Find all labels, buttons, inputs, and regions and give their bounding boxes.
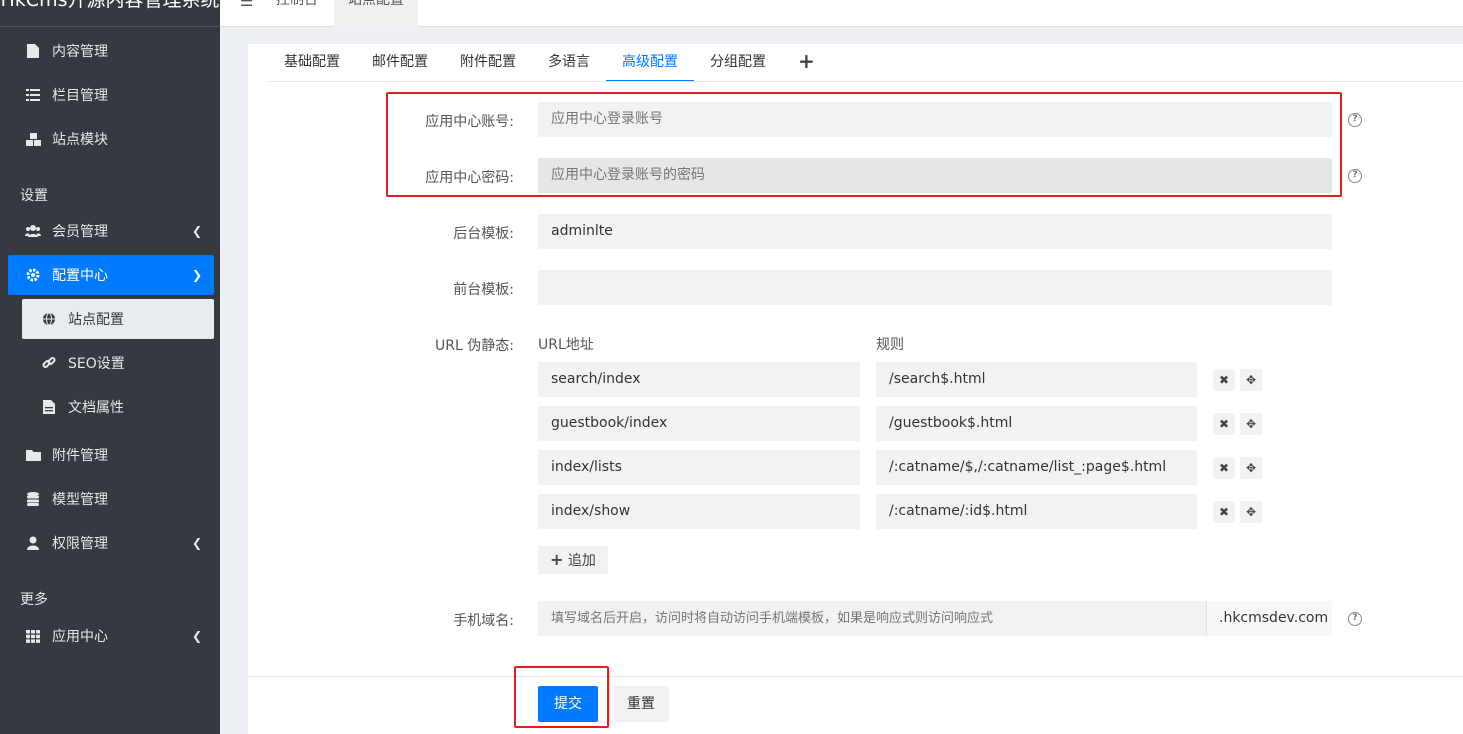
add-tab-button[interactable]: + — [782, 44, 831, 82]
sidebar-item-category[interactable]: 栏目管理 — [8, 75, 214, 115]
sidebar-item-label: 栏目管理 — [52, 88, 108, 104]
drag-handle-icon[interactable]: ✥ — [1240, 501, 1262, 523]
front-template-field[interactable] — [538, 270, 1332, 305]
domain-suffix: .hkcmsdev.com — [1206, 601, 1332, 636]
top-tab-bar: ☰ 控制台 站点配置 — [220, 0, 1463, 27]
sidebar-item-label: 模型管理 — [52, 492, 108, 508]
url-rewrite-rule-field[interactable]: /search$.html — [876, 362, 1197, 397]
app-account-input[interactable] — [538, 102, 1332, 137]
mobile-domain-label: 手机域名: — [453, 613, 514, 629]
plus-icon: + — [550, 550, 564, 569]
tab-site-config[interactable]: 站点配置 — [334, 0, 418, 27]
sidebar-item-label: 配置中心 — [52, 268, 108, 284]
tab-dashboard[interactable]: 控制台 — [262, 0, 332, 27]
tab-group[interactable]: 分组配置 — [694, 44, 782, 82]
drag-handle-icon[interactable]: ✥ — [1240, 369, 1262, 391]
sidebar-header-settings: 设置 — [20, 188, 48, 204]
menu-toggle-icon[interactable]: ☰ — [240, 0, 253, 10]
sidebar-item-label: 权限管理 — [52, 536, 108, 552]
gear-icon — [24, 268, 42, 282]
sidebar-item-permissions[interactable]: 权限管理 ❮ — [8, 523, 214, 563]
tab-attachment[interactable]: 附件配置 — [444, 44, 532, 82]
url-rewrite-url-field[interactable]: guestbook/index — [538, 406, 860, 441]
brand-divider — [0, 26, 220, 27]
sidebar-header-more: 更多 — [20, 592, 48, 608]
sidebar: HkCms开源内容管理系统 内容管理 栏目管理 站点模块 设置 会员管理 ❮ 配… — [0, 0, 220, 734]
remove-row-button[interactable]: ✖ — [1213, 413, 1235, 435]
sidebar-item-config-center[interactable]: 配置中心 ❯ — [8, 255, 214, 295]
chevron-left-icon: ❮ — [191, 629, 202, 643]
remove-row-button[interactable]: ✖ — [1213, 369, 1235, 391]
sidebar-item-label: 附件管理 — [52, 448, 108, 464]
app-account-label: 应用中心账号: — [425, 114, 514, 130]
append-row-label: 追加 — [567, 553, 596, 569]
sidebar-item-content[interactable]: 内容管理 — [8, 31, 214, 71]
remove-row-button[interactable]: ✖ — [1213, 457, 1235, 479]
url-column-header: URL地址 — [538, 337, 594, 353]
help-icon[interactable]: ? — [1348, 113, 1362, 127]
reset-button[interactable]: 重置 — [613, 686, 669, 722]
folder-icon — [24, 449, 42, 461]
user-icon — [24, 536, 42, 550]
sidebar-item-doc-attr[interactable]: 文档属性 — [8, 387, 214, 427]
url-rewrite-rule-field[interactable]: /:catname/$,/:catname/list_:page$.html — [876, 450, 1197, 485]
chevron-left-icon: ❮ — [191, 536, 202, 550]
mobile-domain-input[interactable] — [538, 601, 1206, 636]
admin-template-field[interactable]: adminlte — [538, 214, 1332, 249]
sidebar-item-label: 内容管理 — [52, 44, 108, 60]
tab-language[interactable]: 多语言 — [532, 44, 606, 82]
sidebar-item-label: 站点模块 — [52, 132, 108, 148]
tab-advanced[interactable]: 高级配置 — [606, 44, 694, 82]
sidebar-item-site-config[interactable]: 站点配置 — [22, 299, 214, 339]
sidebar-item-label: 应用中心 — [52, 629, 108, 645]
app-password-input[interactable] — [538, 158, 1332, 193]
drag-handle-icon[interactable]: ✥ — [1240, 413, 1262, 435]
cubes-icon — [24, 132, 42, 146]
tabs-divider — [268, 81, 1463, 82]
tab-mail[interactable]: 邮件配置 — [356, 44, 444, 82]
sidebar-item-seo[interactable]: SEO设置 — [8, 343, 214, 383]
url-rewrite-url-field[interactable]: index/show — [538, 494, 860, 529]
file-text-icon — [40, 400, 58, 414]
tab-basic[interactable]: 基础配置 — [268, 44, 356, 82]
sidebar-item-app-center[interactable]: 应用中心 ❮ — [8, 616, 214, 656]
sidebar-item-label: SEO设置 — [68, 356, 125, 372]
append-row-button[interactable]: + 追加 — [538, 546, 608, 574]
help-icon[interactable]: ? — [1348, 169, 1362, 183]
url-rewrite-rule-field[interactable]: /guestbook$.html — [876, 406, 1197, 441]
grid-icon — [24, 629, 42, 643]
app-password-label: 应用中心密码: — [425, 170, 514, 186]
database-icon — [24, 492, 42, 506]
sidebar-item-label: 站点配置 — [68, 312, 124, 328]
sidebar-item-members[interactable]: 会员管理 ❮ — [8, 211, 214, 251]
sidebar-item-models[interactable]: 模型管理 — [8, 479, 214, 519]
file-icon — [24, 44, 42, 58]
drag-handle-icon[interactable]: ✥ — [1240, 457, 1262, 479]
sidebar-item-attachments[interactable]: 附件管理 — [8, 435, 214, 475]
url-rewrite-url-field[interactable]: index/lists — [538, 450, 860, 485]
footer-divider — [248, 676, 1463, 677]
url-rewrite-url-field[interactable]: search/index — [538, 362, 860, 397]
sidebar-item-modules[interactable]: 站点模块 — [8, 119, 214, 159]
list-icon — [24, 89, 42, 101]
config-card: 基础配置 邮件配置 附件配置 多语言 高级配置 分组配置 + 应用中心账号: ?… — [248, 44, 1463, 734]
url-rewrite-rule-field[interactable]: /:catname/:id$.html — [876, 494, 1197, 529]
sidebar-item-label: 会员管理 — [52, 224, 108, 240]
url-rewrite-label: URL 伪静态: — [435, 338, 514, 354]
link-icon — [40, 356, 58, 370]
globe-icon — [40, 312, 58, 326]
remove-row-button[interactable]: ✖ — [1213, 501, 1235, 523]
front-template-label: 前台模板: — [453, 282, 514, 298]
rule-column-header: 规则 — [876, 337, 904, 353]
chevron-down-icon: ❯ — [191, 268, 202, 282]
submit-button[interactable]: 提交 — [538, 686, 598, 722]
chevron-left-icon: ❮ — [191, 224, 202, 238]
config-tabs: 基础配置 邮件配置 附件配置 多语言 高级配置 分组配置 + — [268, 44, 831, 82]
admin-template-label: 后台模板: — [453, 226, 514, 242]
help-icon[interactable]: ? — [1348, 612, 1362, 626]
sidebar-item-label: 文档属性 — [68, 400, 124, 416]
brand-title: HkCms开源内容管理系统 — [0, 0, 220, 11]
users-icon — [24, 225, 42, 237]
